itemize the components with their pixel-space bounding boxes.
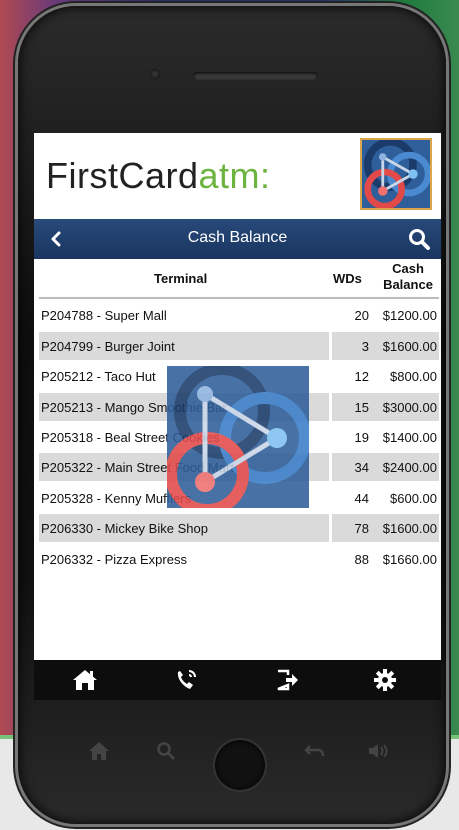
table-row[interactable]: P204799 - Burger Joint 3 $1600.00 bbox=[39, 331, 439, 360]
balance-cell: $1660.00 bbox=[382, 551, 437, 567]
table-row[interactable]: P204788 - Super Mall 20 $1200.00 bbox=[39, 301, 439, 329]
navigation-bar: Cash Balance bbox=[34, 219, 441, 259]
front-camera bbox=[150, 69, 160, 79]
wds-cell: 34 bbox=[354, 460, 369, 476]
bottom-tab-bar bbox=[34, 660, 441, 700]
column-header-cash-balance[interactable]: Cash Balance bbox=[375, 261, 441, 293]
wds-cell: 15 bbox=[354, 399, 369, 415]
wds-cell: 3 bbox=[361, 338, 369, 354]
earpiece-speaker bbox=[193, 72, 318, 80]
wds-cell: 12 bbox=[354, 369, 369, 385]
table-row[interactable]: P206330 - Mickey Bike Shop 78 $1600.00 bbox=[39, 514, 439, 543]
header-logo-bar: FirstCardatm: bbox=[34, 133, 441, 218]
terminal-cell: P204788 - Super Mall bbox=[41, 308, 167, 324]
wds-cell: 20 bbox=[354, 308, 369, 324]
wds-cell: 44 bbox=[354, 490, 369, 506]
table-row[interactable]: P206332 - Pizza Express 88 $1660.00 bbox=[39, 545, 439, 573]
page-title: Cash Balance bbox=[187, 229, 288, 246]
column-header-cash-line1: Cash bbox=[392, 261, 424, 276]
terminal-cell: P206330 - Mickey Bike Shop bbox=[41, 521, 208, 537]
balance-cell: $800.00 bbox=[390, 369, 437, 385]
wds-cell: 78 bbox=[354, 521, 369, 537]
hw-back-icon[interactable] bbox=[304, 740, 326, 770]
settings-icon[interactable] bbox=[372, 668, 398, 692]
wds-cell: 88 bbox=[354, 551, 369, 567]
terminal-cell: P204799 - Burger Joint bbox=[41, 338, 175, 354]
balance-cell: $1200.00 bbox=[382, 308, 437, 324]
balance-cell: $1400.00 bbox=[382, 429, 437, 445]
terminal-cell: P205212 - Taco Hut bbox=[41, 369, 156, 385]
column-header-cash-line2: Balance bbox=[383, 277, 433, 292]
home-icon[interactable] bbox=[72, 668, 98, 692]
logout-icon[interactable] bbox=[274, 668, 300, 692]
hw-volume-icon[interactable] bbox=[367, 740, 391, 770]
column-header-wds[interactable]: WDs bbox=[333, 271, 362, 286]
balance-cell: $2400.00 bbox=[382, 460, 437, 476]
balance-cell: $600.00 bbox=[390, 490, 437, 506]
search-icon[interactable] bbox=[407, 227, 431, 251]
balance-cell: $1600.00 bbox=[382, 338, 437, 354]
hw-home-icon[interactable] bbox=[88, 740, 110, 770]
brand-name: FirstCard bbox=[46, 155, 199, 196]
hw-search-icon[interactable] bbox=[155, 740, 177, 770]
terminal-cell: P206332 - Pizza Express bbox=[41, 551, 187, 567]
table-header: Terminal WDs Cash Balance bbox=[39, 261, 439, 299]
app-logo-icon bbox=[360, 138, 432, 210]
phone-icon[interactable] bbox=[174, 668, 200, 692]
hw-home-button[interactable] bbox=[213, 738, 267, 792]
brand-logo: FirstCardatm: bbox=[46, 155, 271, 197]
watermark-logo-overlay bbox=[167, 366, 309, 508]
balance-cell: $3000.00 bbox=[382, 399, 437, 415]
balance-cell: $1600.00 bbox=[382, 521, 437, 537]
wds-cell: 19 bbox=[354, 429, 369, 445]
column-header-terminal[interactable]: Terminal bbox=[154, 271, 207, 286]
brand-accent: atm: bbox=[198, 155, 271, 196]
